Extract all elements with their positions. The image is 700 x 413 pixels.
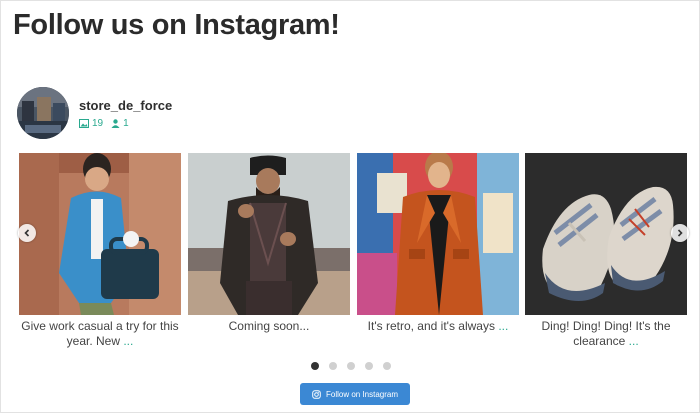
pagination-dot-2[interactable]	[329, 362, 337, 370]
read-more-link[interactable]: ...	[123, 334, 133, 348]
feed-post-3[interactable]	[357, 153, 519, 315]
read-more-link[interactable]: ...	[629, 334, 639, 348]
post-image	[19, 153, 181, 315]
chevron-left-icon	[24, 229, 30, 237]
feed-post-4[interactable]	[525, 153, 687, 315]
posts-count: 19	[92, 117, 104, 129]
followers-stat: 1	[111, 118, 129, 129]
user-icon	[111, 118, 120, 128]
photo-carousel	[19, 153, 687, 315]
caption-text: It's retro, and it's always	[367, 319, 495, 333]
profile-header: store_de_force 19 1	[17, 87, 172, 139]
follow-on-instagram-button[interactable]: Follow on Instagram	[300, 383, 410, 405]
carousel-next-button[interactable]	[671, 224, 689, 242]
followers-count: 1	[123, 117, 129, 129]
carousel-prev-button[interactable]	[18, 224, 36, 242]
pagination-dot-1[interactable]	[311, 362, 319, 370]
post-caption-1: Give work casual a try for this year. Ne…	[19, 319, 181, 349]
profile-username[interactable]: store_de_force	[79, 98, 172, 113]
post-caption-2: Coming soon...	[188, 319, 350, 334]
pagination-dot-5[interactable]	[383, 362, 391, 370]
avatar-image	[17, 87, 69, 139]
follow-button-label: Follow on Instagram	[325, 389, 399, 399]
post-image	[188, 153, 350, 315]
page-title: Follow us on Instagram!	[13, 9, 340, 41]
read-more-link[interactable]: ...	[498, 319, 508, 333]
carousel-pagination	[311, 362, 401, 370]
chevron-right-icon	[677, 229, 683, 237]
post-image	[357, 153, 519, 315]
pagination-dot-4[interactable]	[365, 362, 373, 370]
caption-text: Coming soon...	[228, 319, 310, 333]
pagination-dot-3[interactable]	[347, 362, 355, 370]
avatar[interactable]	[17, 87, 69, 139]
caption-text: Ding! Ding! Ding! It's the clearance	[541, 319, 671, 348]
caption-text: Give work casual a try for this year. Ne…	[21, 319, 179, 348]
profile-stats: 19 1	[79, 118, 172, 129]
instagram-feed-widget: Follow us on Instagram! store_de_force 1…	[0, 0, 700, 413]
post-caption-4: Ding! Ding! Ding! It's the clearance ...	[525, 319, 687, 349]
image-icon	[79, 118, 89, 128]
post-caption-3: It's retro, and it's always ...	[357, 319, 519, 334]
profile-info: store_de_force 19 1	[79, 98, 172, 129]
feed-post-1[interactable]	[19, 153, 181, 315]
feed-post-2[interactable]	[188, 153, 350, 315]
instagram-icon	[312, 389, 321, 399]
posts-stat: 19	[79, 118, 103, 129]
post-image	[525, 153, 687, 315]
